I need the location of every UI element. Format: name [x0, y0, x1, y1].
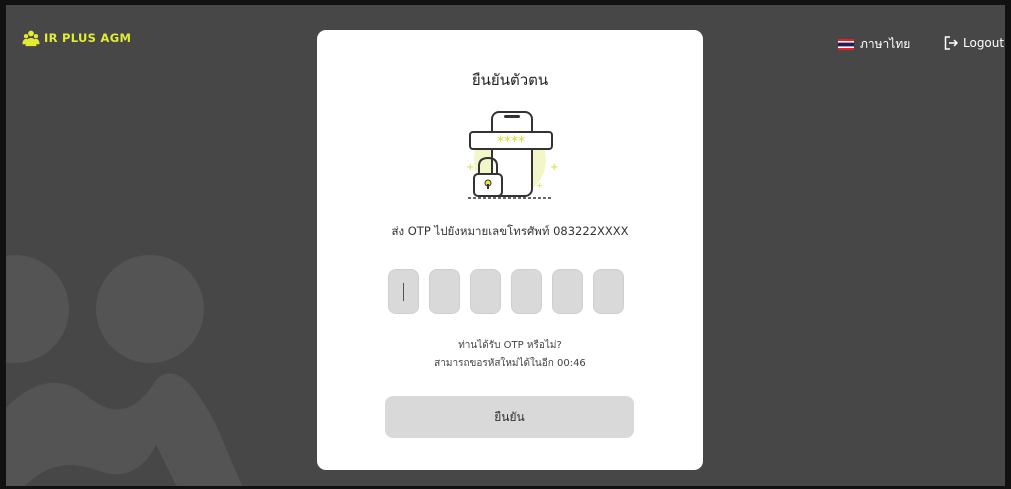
otp-sent-message: ส่ง OTP ไปยังหมายเลขโทรศัพท์ 083222XXXX — [391, 224, 629, 238]
logout-button[interactable]: Logout — [943, 35, 1004, 51]
otp-digit-input[interactable] — [388, 269, 419, 314]
svg-text:+: + — [550, 162, 558, 173]
otp-input-group — [388, 269, 624, 314]
resend-countdown: สามารถขอรหัสใหม่ได้ในอีก 00:46 — [434, 358, 586, 369]
background-decor-shape — [6, 373, 243, 486]
otp-verification-card: ยืนยันตัวตน **** + + + ส่ง OTP ไปยังหมาย… — [317, 30, 703, 470]
phone-password-lock-icon: **** + + + — [466, 111, 558, 199]
svg-text:+: + — [466, 162, 474, 173]
brand-name: IR PLUS AGM — [44, 31, 132, 45]
text-caret — [403, 283, 404, 301]
language-switcher[interactable]: ภาษาไทย — [838, 35, 910, 54]
logout-icon — [944, 36, 959, 50]
logout-label: Logout — [963, 36, 1005, 50]
otp-digit-input[interactable] — [470, 269, 501, 314]
confirm-button[interactable]: ยืนยัน — [385, 396, 634, 438]
otp-digit-input[interactable] — [429, 269, 460, 314]
resend-question: ท่านได้รับ OTP หรือไม่? — [458, 340, 562, 351]
otp-digit-input[interactable] — [511, 269, 542, 314]
page-title: ยืนยันตัวตน — [471, 71, 549, 89]
people-group-icon — [22, 30, 40, 47]
language-label: ภาษาไทย — [860, 37, 911, 51]
svg-text:****: **** — [497, 134, 525, 150]
thai-flag-icon — [838, 39, 854, 50]
brand-logo[interactable]: IR PLUS AGM — [22, 29, 131, 47]
app-frame: IR PLUS AGM ภาษาไทย Logout ยืนยันตัวตน *… — [0, 0, 1011, 489]
otp-digit-input[interactable] — [593, 269, 624, 314]
svg-text:+: + — [536, 181, 543, 190]
otp-digit-input[interactable] — [552, 269, 583, 314]
